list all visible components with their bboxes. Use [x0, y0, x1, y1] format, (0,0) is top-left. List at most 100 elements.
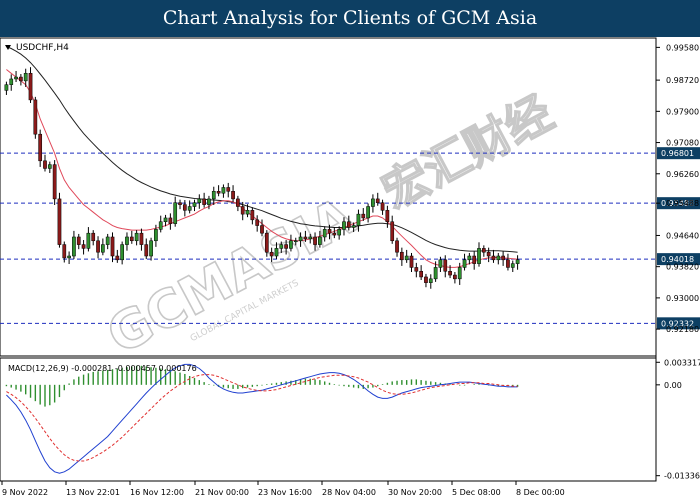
candle-body — [182, 204, 187, 211]
candle-body — [231, 191, 235, 200]
candle-body — [38, 133, 43, 162]
candle-body — [481, 248, 486, 253]
candle-body — [477, 248, 481, 264]
candle-body — [293, 240, 298, 243]
candle-body — [433, 267, 438, 280]
x-tick-label: 13 Nov 22:01 — [66, 488, 120, 497]
candle-body — [438, 259, 443, 268]
watermark-text: GCMASIA — [98, 187, 364, 367]
candle-body — [240, 206, 245, 215]
candle-body — [221, 187, 226, 194]
candle-body — [211, 191, 216, 200]
y-tick-label: 0.93000 — [666, 294, 699, 303]
candle-body — [428, 278, 433, 283]
watermark-cn: 宏汇财经 — [374, 85, 562, 219]
candle-body — [375, 198, 380, 203]
candle-body — [419, 270, 423, 278]
candle-body — [28, 73, 33, 101]
y-tick-label: 0.97080 — [666, 139, 699, 148]
candle-body — [414, 267, 419, 272]
candle-body — [178, 202, 182, 205]
candle-body — [501, 255, 505, 261]
candle-body — [298, 236, 303, 242]
candle-body — [448, 270, 452, 276]
candle-body — [19, 76, 23, 82]
x-tick-label: 5 Dec 08:00 — [452, 488, 501, 497]
candle-body — [318, 236, 322, 245]
candle-body — [144, 244, 149, 257]
candle-body — [351, 225, 356, 228]
candle-body — [110, 236, 115, 257]
candle-body — [129, 236, 134, 242]
candle-body — [395, 240, 399, 253]
candle-body — [308, 236, 313, 240]
candle-body — [274, 248, 279, 257]
candle-body — [81, 244, 86, 249]
candle-body — [400, 251, 404, 261]
candle-body — [9, 78, 14, 85]
y-tick-label: 0.95488 — [666, 199, 699, 208]
candle-body — [226, 187, 231, 192]
level-badge-label: 0.96801 — [661, 149, 694, 158]
candle-body — [173, 202, 178, 224]
dropdown-arrow-icon[interactable] — [5, 45, 11, 50]
y-tick-label: 0.92180 — [666, 325, 699, 334]
x-tick-label: 23 Nov 16:00 — [258, 488, 312, 497]
candle-body — [284, 244, 288, 249]
candle-body — [424, 276, 428, 283]
candle-body — [462, 259, 467, 268]
candle-body — [163, 217, 168, 222]
watermark-logo: GCMASIA 宏汇财经 GLOBAL CAPITAL MARKETS — [97, 84, 562, 367]
macd-y-tick-label: 0.00 — [664, 381, 682, 390]
macd-y-tick-label: 0.003317 — [664, 358, 700, 367]
candle-body — [105, 236, 110, 245]
candle-body — [496, 255, 501, 261]
candle-body — [52, 164, 57, 200]
x-tick-label: 21 Nov 00:00 — [195, 488, 249, 497]
candle-body — [361, 213, 366, 219]
candle-body — [154, 229, 158, 242]
candle-body — [207, 198, 211, 205]
candle-body — [337, 229, 342, 236]
candle-body — [366, 206, 370, 219]
y-tick-label: 0.94640 — [666, 231, 699, 240]
candle-body — [443, 259, 448, 272]
candle-body — [264, 232, 269, 253]
y-tick-label: 0.97900 — [666, 107, 699, 116]
candle-body — [506, 259, 510, 268]
candle-body — [342, 221, 346, 230]
candle-body — [327, 229, 332, 234]
candle-body — [486, 251, 491, 257]
y-tick-label: 0.93820 — [666, 263, 699, 272]
y-tick-label: 0.99580 — [666, 43, 699, 52]
candle-body — [510, 263, 515, 268]
candle-body — [33, 99, 38, 135]
candle-body — [76, 236, 81, 245]
candle-body — [14, 76, 18, 80]
candle-body — [91, 232, 96, 242]
candle-body — [192, 202, 197, 207]
candle-body — [245, 210, 250, 215]
chart-canvas: GCMASIA 宏汇财经 GLOBAL CAPITAL MARKETS 0.96… — [0, 37, 700, 497]
candle-body — [4, 84, 9, 91]
macd-y-tick-label: -0.013365 — [664, 472, 700, 481]
candle-body — [134, 232, 139, 242]
candle-body — [322, 229, 327, 238]
candle-body — [255, 219, 260, 226]
candle-body — [197, 198, 202, 203]
candle-body — [67, 255, 71, 259]
candle-body — [356, 213, 361, 226]
candle-body — [467, 255, 472, 261]
candle-body — [62, 244, 67, 259]
candle-body — [303, 236, 308, 240]
candle-body — [457, 267, 462, 280]
x-tick-label: 16 Nov 12:00 — [130, 488, 184, 497]
candle-body — [289, 240, 293, 249]
x-tick-label: 28 Nov 04:00 — [322, 488, 376, 497]
candle-body — [158, 221, 163, 230]
x-tick-label: 8 Dec 00:00 — [516, 488, 565, 497]
candle-body — [260, 225, 264, 234]
candle-body — [101, 244, 105, 253]
candle-body — [202, 198, 206, 205]
macd-signal-line — [6, 374, 518, 462]
